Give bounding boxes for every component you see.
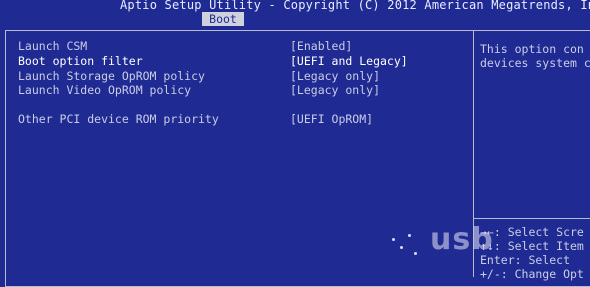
key-line: →←: Select Scre [480, 225, 584, 239]
setting-label: Launch CSM [18, 39, 88, 53]
watermark-logo: usb [430, 222, 494, 257]
setting-value[interactable]: [UEFI and Legacy] [290, 54, 408, 68]
setting-label: Boot option filter [18, 54, 143, 68]
watermark-dot-icon [400, 246, 403, 249]
setting-label: Other PCI device ROM priority [18, 112, 219, 126]
watermark-dot-icon [392, 238, 395, 241]
key-line: ↑↓: Select Item [480, 239, 584, 253]
help-divider [474, 218, 590, 219]
watermark-dot-icon [414, 252, 417, 255]
help-line: This option con [480, 42, 584, 56]
setting-value[interactable]: [UEFI OpROM] [290, 112, 373, 126]
key-legend: →←: Select Scre ↑↓: Select Item Enter: S… [480, 225, 590, 281]
help-line: devices system c [480, 56, 590, 70]
key-line: Enter: Select [480, 253, 571, 267]
setting-value[interactable]: [Enabled] [290, 39, 352, 53]
setting-value[interactable]: [Legacy only] [290, 69, 380, 83]
help-panel: This option con devices system c [480, 42, 590, 70]
setting-value[interactable]: [Legacy only] [290, 83, 380, 97]
tab-boot[interactable]: Boot [202, 12, 244, 26]
watermark-dot-icon [408, 234, 411, 237]
setting-label: Launch Storage OpROM policy [18, 69, 205, 83]
key-line: +/-: Change Opt [480, 267, 584, 281]
setting-label: Launch Video OpROM policy [18, 83, 192, 97]
bios-title: Aptio Setup Utility - Copyright (C) 2012… [120, 0, 590, 12]
